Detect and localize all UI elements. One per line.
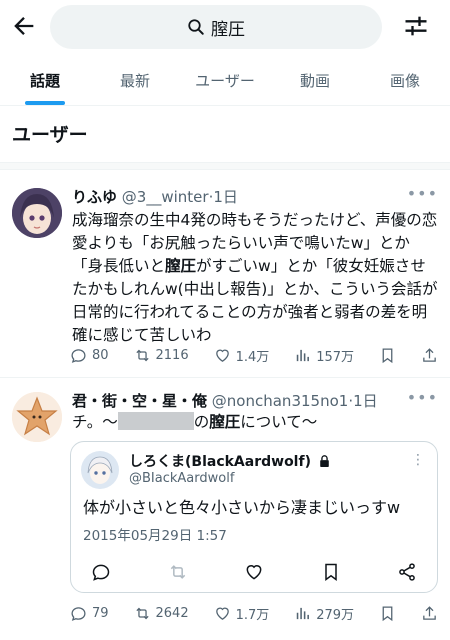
tab-top[interactable]: 話題 (0, 56, 90, 105)
bookmark-icon[interactable] (321, 562, 341, 582)
view-count: 157万 (316, 349, 355, 365)
quoted-tweet[interactable]: しろくま(BlackAardwolf) @BIackAardwolf ⋮ 体が小… (70, 441, 438, 593)
user-handle[interactable]: @nonchan315no1 (212, 392, 349, 410)
tweet-text: チ。〜 の膣圧について〜 (72, 411, 438, 434)
share-button[interactable] (421, 605, 438, 622)
quoted-handle[interactable]: @BIackAardwolf (129, 471, 234, 486)
tweet-text-part: の (193, 413, 210, 431)
back-arrow-icon[interactable] (10, 12, 38, 40)
search-input[interactable]: 膣圧 (50, 5, 382, 49)
like-button[interactable]: 1.7万 (214, 604, 270, 623)
more-icon[interactable]: ••• (407, 388, 438, 407)
user-handle[interactable]: @3__winter (122, 188, 209, 206)
reply-count: 79 (92, 605, 109, 621)
like-icon[interactable] (244, 562, 264, 582)
reply-icon[interactable] (91, 562, 111, 582)
display-name[interactable]: 君・街・空・星・俺 (72, 392, 207, 410)
retweet-button[interactable]: 2642 (134, 605, 189, 622)
retweet-icon (135, 607, 149, 619)
retweet-count: 2116 (155, 347, 189, 363)
starfish-avatar-icon (12, 392, 62, 442)
bookmark-icon (382, 347, 393, 363)
reply-button[interactable]: 80 (70, 347, 109, 364)
highlighted-keyword: 膣圧 (165, 257, 197, 275)
tweet-actions: 79 2642 1.7万 279万 (70, 601, 438, 625)
lock-icon (320, 455, 329, 467)
reply-button[interactable]: 79 (70, 605, 109, 622)
reply-icon (71, 606, 86, 621)
retweet-count: 2642 (155, 605, 189, 621)
retweet-button[interactable]: 2116 (134, 347, 189, 364)
search-query: 膣圧 (211, 19, 245, 40)
search-icon (188, 19, 204, 35)
share-button[interactable] (421, 347, 438, 364)
share-icon[interactable] (397, 562, 417, 582)
filter-icon[interactable] (402, 12, 430, 40)
timestamp[interactable]: 1日 (353, 392, 378, 410)
reply-count: 80 (92, 347, 109, 363)
share-icon (423, 605, 436, 620)
tweet-text-part: チ。〜 (72, 413, 118, 431)
top-bar: 膣圧 (0, 0, 450, 52)
tweet-text-part: について〜 (240, 413, 318, 431)
tab-users[interactable]: ユーザー (180, 56, 270, 105)
bookmark-icon (382, 605, 393, 621)
tweet-header: りふゆ @3__winter·1日 (72, 186, 438, 207)
retweet-icon[interactable] (168, 562, 188, 582)
bookmark-button[interactable] (379, 347, 396, 364)
views-button[interactable]: 279万 (294, 604, 354, 623)
share-icon (423, 347, 436, 362)
quoted-name-text: しろくま(BlackAardwolf) (129, 454, 311, 470)
quoted-date: 2015年05月29日 1:57 (83, 528, 227, 544)
tweet-card[interactable]: 君・街・空・星・俺 @nonchan315no1·1日 ••• チ。〜 の膣圧につ… (0, 378, 450, 640)
more-icon[interactable]: ••• (407, 184, 438, 203)
bookmark-button[interactable] (379, 605, 396, 622)
users-section-title: ユーザー (12, 124, 88, 146)
display-name[interactable]: りふゆ (72, 188, 117, 206)
highlighted-keyword: 膣圧 (209, 413, 241, 431)
quoted-avatar[interactable] (81, 451, 119, 489)
search-tabs: 話題 最新 ユーザー 動画 画像 (0, 56, 450, 106)
avatar[interactable] (12, 392, 62, 442)
like-icon (215, 349, 229, 362)
like-icon (215, 607, 229, 620)
quoted-actions (91, 562, 417, 582)
timestamp[interactable]: 1日 (213, 188, 238, 206)
divider (0, 162, 450, 170)
like-button[interactable]: 1.4万 (214, 346, 270, 365)
quoted-display-name[interactable]: しろくま(BlackAardwolf) (129, 451, 330, 471)
tab-images[interactable]: 画像 (360, 56, 450, 105)
avatar[interactable] (12, 188, 62, 238)
views-icon (296, 607, 310, 619)
more-icon[interactable]: ⋮ (411, 452, 425, 468)
tweet-header: 君・街・空・星・俺 @nonchan315no1·1日 (72, 390, 438, 411)
like-count: 1.7万 (235, 607, 270, 623)
retweet-icon (135, 349, 149, 361)
views-button[interactable]: 157万 (294, 346, 354, 365)
anime-girl-avatar-icon (12, 188, 62, 238)
redacted-block (117, 412, 194, 430)
tab-latest[interactable]: 最新 (90, 56, 180, 105)
views-icon (296, 349, 310, 361)
like-count: 1.4万 (235, 349, 270, 365)
quoted-text: 体が小さいと色々小さいから凄まじいっすw (83, 498, 401, 517)
view-count: 279万 (316, 607, 355, 623)
tweet-actions: 80 2116 1.4万 157万 (70, 343, 438, 367)
reply-icon (71, 348, 86, 363)
anime-character-avatar-icon (81, 451, 119, 489)
tab-videos[interactable]: 動画 (270, 56, 360, 105)
tweet-text: 成海瑠奈の生中4発の時もそうだったけど、声優の恋愛よりも「お尻触ったらいい声で鳴… (72, 209, 438, 347)
tweet-card[interactable]: りふゆ @3__winter·1日 ••• 成海瑠奈の生中4発の時もそうだったけ… (0, 172, 450, 376)
